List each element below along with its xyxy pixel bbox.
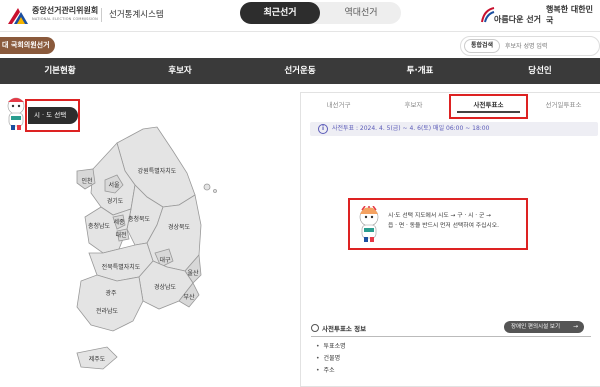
main-nav: 기본현황 후보자 선거운동 투·개표 당선인: [0, 58, 600, 84]
instruction-line-2: 읍 · 면 · 동을 반드시 먼저 선택하여 주십시오.: [388, 223, 499, 229]
map-label-sejong: 세종: [113, 218, 125, 226]
korea-map: 인천 서울 경기도 강원특별자치도 충청남도 충청남도 세종 대전 충청북도 경…: [76, 126, 217, 370]
candidate-search-input[interactable]: [505, 39, 597, 53]
map-label-busan: 부산: [183, 293, 195, 301]
election-select-badge[interactable]: 대 국회의원선거: [0, 37, 55, 54]
election-period-tabs: 최근선거 역대선거: [240, 2, 401, 24]
slogan-line-1: 아름다운 선거: [494, 15, 541, 24]
info-icon: i: [318, 124, 328, 134]
polling-station-panel: 내선거구 후보자 사전투표소 선거일투표소 i 사전투표 : 2024. 4. …: [300, 92, 600, 387]
instruction-line-1: 시·도 선택 지도에서 시도 → 구 · 시 · 군 →: [388, 213, 492, 219]
slogan-line-2: 행복한 대한민국: [546, 5, 593, 25]
mascot-icon: [359, 206, 379, 242]
nav-candidates[interactable]: 후보자: [120, 58, 240, 84]
nav-voting-counting[interactable]: 투·개표: [360, 58, 480, 84]
nec-logo[interactable]: [6, 4, 30, 26]
notice-text: 사전투표 : 2024. 4. 5(금) ~ 4. 6(토) 매일 06:00 …: [332, 125, 490, 132]
early-voting-notice: i 사전투표 : 2024. 4. 5(금) ~ 4. 6(토) 매일 06:0…: [310, 122, 598, 136]
header: 중앙선거관리위원회 NATIONAL ELECTION COMMISSION 선…: [0, 0, 600, 30]
instruction-message: 시·도 선택 지도에서 시도 → 구 · 시 · 군 → 읍 · 면 · 동을 …: [348, 198, 528, 250]
map-label-jeonnam: 전라남도: [96, 307, 119, 315]
tab-past-election[interactable]: 역대선거: [321, 2, 401, 24]
nav-basic-status[interactable]: 기본현황: [0, 58, 120, 84]
region-jeonnam[interactable]: [76, 274, 144, 332]
map-label-chungbuk: 충청북도: [128, 215, 151, 223]
map-label-jeonbuk: 전북특별자치도: [102, 263, 141, 271]
search-box: 통합검색: [460, 36, 600, 56]
map-label-gyeongnam: 경상남도: [154, 283, 177, 291]
subheader: 대 국회의원선거 통합검색: [0, 31, 600, 57]
info-item-address: 주소: [316, 365, 346, 377]
map-label-ulsan: 울산: [187, 269, 199, 277]
map-label-gangwon: 강원특별자치도: [138, 167, 177, 175]
station-info-list: 투표소명 건물명 주소: [316, 341, 346, 377]
map-label-incheon: 인천: [81, 177, 92, 185]
slogan: 아름다운 선거 행복한 대한민국: [480, 2, 598, 28]
instruction-text: 시·도 선택 지도에서 시도 → 구 · 시 · 군 → 읍 · 면 · 동을 …: [388, 211, 526, 231]
accessibility-facility-button[interactable]: 장애인 편의시설 보기 →: [504, 321, 584, 333]
region-dokdo: [213, 189, 217, 193]
integrated-search-button[interactable]: 통합검색: [464, 39, 500, 53]
nav-winners[interactable]: 당선인: [480, 58, 600, 84]
divider: [101, 8, 102, 22]
tab-candidates[interactable]: 후보자: [376, 93, 451, 117]
system-name[interactable]: 선거통계시스템: [109, 8, 164, 20]
region-ulleung: [203, 183, 211, 191]
org-name: 중앙선거관리위원회: [32, 6, 99, 15]
divider: [311, 336, 591, 337]
map-label-seoul: 서울: [108, 181, 120, 189]
map-label-jeju: 제주도: [89, 355, 106, 363]
station-info-title: 사전투표소 정보: [311, 323, 366, 333]
arrow-right-icon: →: [572, 323, 578, 330]
tab-recent-election[interactable]: 최근선거: [240, 2, 320, 24]
info-item-station-name: 투표소명: [316, 341, 346, 353]
map-label-gyeongbuk: 경상북도: [168, 223, 191, 231]
tab-my-district[interactable]: 내선거구: [301, 93, 376, 117]
map-label-daejeon: 대전: [115, 231, 126, 239]
highlight-box: [449, 94, 528, 119]
tab-election-day-station[interactable]: 선거일투표소: [526, 93, 600, 117]
info-item-building: 건물명: [316, 353, 346, 365]
nav-campaign[interactable]: 선거운동: [240, 58, 360, 84]
map-label-gyeonggi: 경기도: [107, 197, 124, 205]
org-subtitle: NATIONAL ELECTION COMMISSION: [32, 17, 98, 21]
facility-button-label: 장애인 편의시설 보기: [511, 324, 561, 330]
map-label-daegu: 대구: [159, 256, 171, 264]
map-label-gwangju: 광주: [105, 290, 117, 297]
